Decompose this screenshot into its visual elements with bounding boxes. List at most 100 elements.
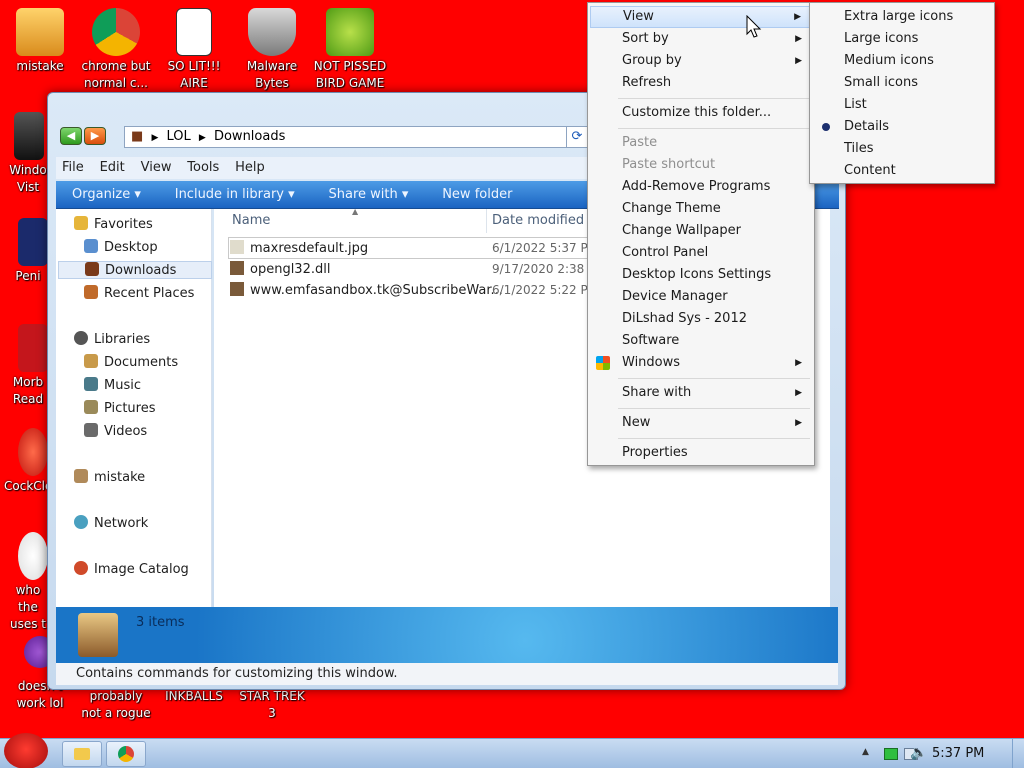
nav-music[interactable]: Music: [84, 377, 141, 393]
desktop-icon-rogue[interactable]: probably not a rogue: [78, 688, 154, 722]
view-small-icons[interactable]: Small icons: [812, 72, 992, 94]
music-icon: [84, 377, 98, 391]
desktop-icon-bird-game[interactable]: NOT PISSED BIRD GAME: [312, 8, 388, 92]
nav-image-catalog[interactable]: Image Catalog: [74, 561, 189, 577]
new-folder-button[interactable]: New folder: [442, 181, 512, 209]
nav-libraries[interactable]: Libraries: [74, 331, 150, 347]
view-medium-icons[interactable]: Medium icons: [812, 50, 992, 72]
desktop-icon-star-trek[interactable]: STAR TREK 3: [234, 688, 310, 722]
file-row[interactable]: opengl32.dll: [230, 261, 330, 277]
menu-item-properties[interactable]: Properties: [590, 442, 812, 464]
menu-item-desktop-icons[interactable]: Desktop Icons Settings: [590, 264, 812, 286]
status-bar: Contains commands for customizing this w…: [56, 663, 838, 685]
nav-documents[interactable]: Documents: [84, 354, 178, 370]
desktop-icon-mistake[interactable]: mistake: [2, 8, 78, 75]
refresh-button[interactable]: ⟳: [566, 126, 588, 148]
breadcrumb-lol[interactable]: LOL: [167, 129, 191, 144]
menu-view[interactable]: View: [141, 157, 172, 179]
battery-icon[interactable]: [884, 748, 898, 760]
nav-network[interactable]: Network: [74, 515, 148, 531]
view-content[interactable]: Content: [812, 160, 992, 182]
folder-icon: [74, 748, 90, 760]
nav-user[interactable]: mistake: [74, 469, 145, 485]
menu-tools[interactable]: Tools: [187, 157, 219, 179]
nav-desktop[interactable]: Desktop: [84, 239, 158, 255]
start-button[interactable]: [4, 733, 48, 768]
recent-places-icon: [84, 285, 98, 299]
forward-button[interactable]: ▶: [84, 127, 106, 145]
submenu-arrow-icon: ▶: [794, 12, 801, 22]
menu-item-software[interactable]: Software: [590, 330, 812, 352]
file-date: 9/17/2020 2:38 ...: [492, 262, 600, 276]
menu-item-new[interactable]: New ▶: [590, 412, 812, 434]
menu-item-add-remove[interactable]: Add-Remove Programs: [590, 176, 812, 198]
share-with-button[interactable]: Share with ▾: [328, 181, 408, 209]
menu-edit[interactable]: Edit: [100, 157, 125, 179]
user-icon: [74, 469, 88, 483]
file-row[interactable]: www.emfasandbox.tk@SubscribeWar...: [230, 282, 503, 298]
desktop-icon-label: CockCle: [4, 479, 53, 493]
windows-logo-icon: [596, 356, 610, 370]
nav-downloads[interactable]: Downloads: [58, 261, 212, 279]
chrome-icon: [118, 746, 134, 762]
volume-icon[interactable]: 🔈: [910, 745, 927, 761]
submenu-arrow-icon: ▶: [795, 34, 802, 44]
menu-item-change-theme[interactable]: Change Theme: [590, 198, 812, 220]
menu-item-dilshad[interactable]: DiLshad Sys - 2012: [590, 308, 812, 330]
menu-item-refresh[interactable]: Refresh: [590, 72, 812, 94]
taskbar-chrome-button[interactable]: [106, 741, 146, 767]
menu-item-sort-by[interactable]: Sort by ▶: [590, 28, 812, 50]
breadcrumb-separator-icon: ▶: [151, 133, 159, 143]
desktop-icon-ccleaner[interactable]: CockCle: [0, 428, 52, 495]
view-extra-large-icons[interactable]: Extra large icons: [812, 6, 992, 28]
menu-item-device-manager[interactable]: Device Manager: [590, 286, 812, 308]
file-date: 6/1/2022 5:22 PM: [492, 283, 599, 297]
show-desktop-button[interactable]: [1012, 739, 1024, 768]
desktop-icon-reader[interactable]: Morb Read: [0, 324, 52, 408]
desktop-icon-vista[interactable]: Windo Vist: [0, 112, 52, 196]
taskbar-clock[interactable]: 5:37 PM: [932, 739, 984, 768]
menu-item-share-with[interactable]: Share with ▶: [590, 382, 812, 404]
desktop-icon: [84, 239, 98, 253]
desktop-icon-label: SO LIT!!! AIRE: [167, 59, 221, 90]
show-hidden-icons-icon[interactable]: ▲: [862, 747, 869, 757]
desktop-icon-who[interactable]: who the uses t: [0, 532, 52, 633]
menu-item-control-panel[interactable]: Control Panel: [590, 242, 812, 264]
organize-button[interactable]: Organize ▾: [72, 181, 141, 209]
back-button[interactable]: ◀: [60, 127, 82, 145]
nav-recent[interactable]: Recent Places: [84, 285, 194, 301]
desktop-icon-solitaire[interactable]: SO LIT!!! AIRE: [156, 8, 232, 92]
breadcrumb-downloads[interactable]: Downloads: [214, 129, 285, 144]
column-header-name[interactable]: Name: [232, 213, 270, 228]
submenu-arrow-icon: ▶: [795, 388, 802, 398]
menu-help[interactable]: Help: [235, 157, 265, 179]
menu-item-customize[interactable]: Customize this folder...: [590, 102, 812, 124]
nav-favorites[interactable]: Favorites: [74, 216, 153, 232]
include-library-button[interactable]: Include in library ▾: [175, 181, 295, 209]
menu-item-change-wallpaper[interactable]: Change Wallpaper: [590, 220, 812, 242]
menu-file[interactable]: File: [62, 157, 84, 179]
desktop-icon-malwarebytes[interactable]: Malware Bytes: [234, 8, 310, 92]
refresh-icon: ⟳: [571, 129, 583, 144]
file-row[interactable]: maxresdefault.jpg: [230, 240, 368, 256]
view-list[interactable]: List: [812, 94, 992, 116]
view-large-icons[interactable]: Large icons: [812, 28, 992, 50]
ccleaner-icon: [18, 428, 48, 476]
desktop-icon-inkballs[interactable]: INKBALLS: [156, 688, 232, 705]
taskbar-explorer-button[interactable]: [62, 741, 102, 767]
view-tiles[interactable]: Tiles: [812, 138, 992, 160]
address-bar[interactable]: ■ ▶ LOL ▶ Downloads ▼: [124, 126, 582, 148]
desktop-icon-photoshop[interactable]: Peni: [0, 218, 52, 285]
column-divider: [486, 209, 487, 233]
submenu-arrow-icon: ▶: [795, 418, 802, 428]
playing-cards-icon: [176, 8, 212, 56]
nav-videos[interactable]: Videos: [84, 423, 147, 439]
menu-item-view[interactable]: View ▶: [590, 6, 812, 28]
desktop-icon-chrome[interactable]: chrome but normal c...: [78, 8, 154, 92]
view-details[interactable]: Details: [812, 116, 992, 138]
nav-pictures[interactable]: Pictures: [84, 400, 155, 416]
column-header-date[interactable]: Date modified: [492, 213, 584, 228]
chrome-icon: [92, 8, 140, 56]
menu-item-group-by[interactable]: Group by ▶: [590, 50, 812, 72]
menu-item-windows[interactable]: Windows ▶: [590, 352, 812, 374]
